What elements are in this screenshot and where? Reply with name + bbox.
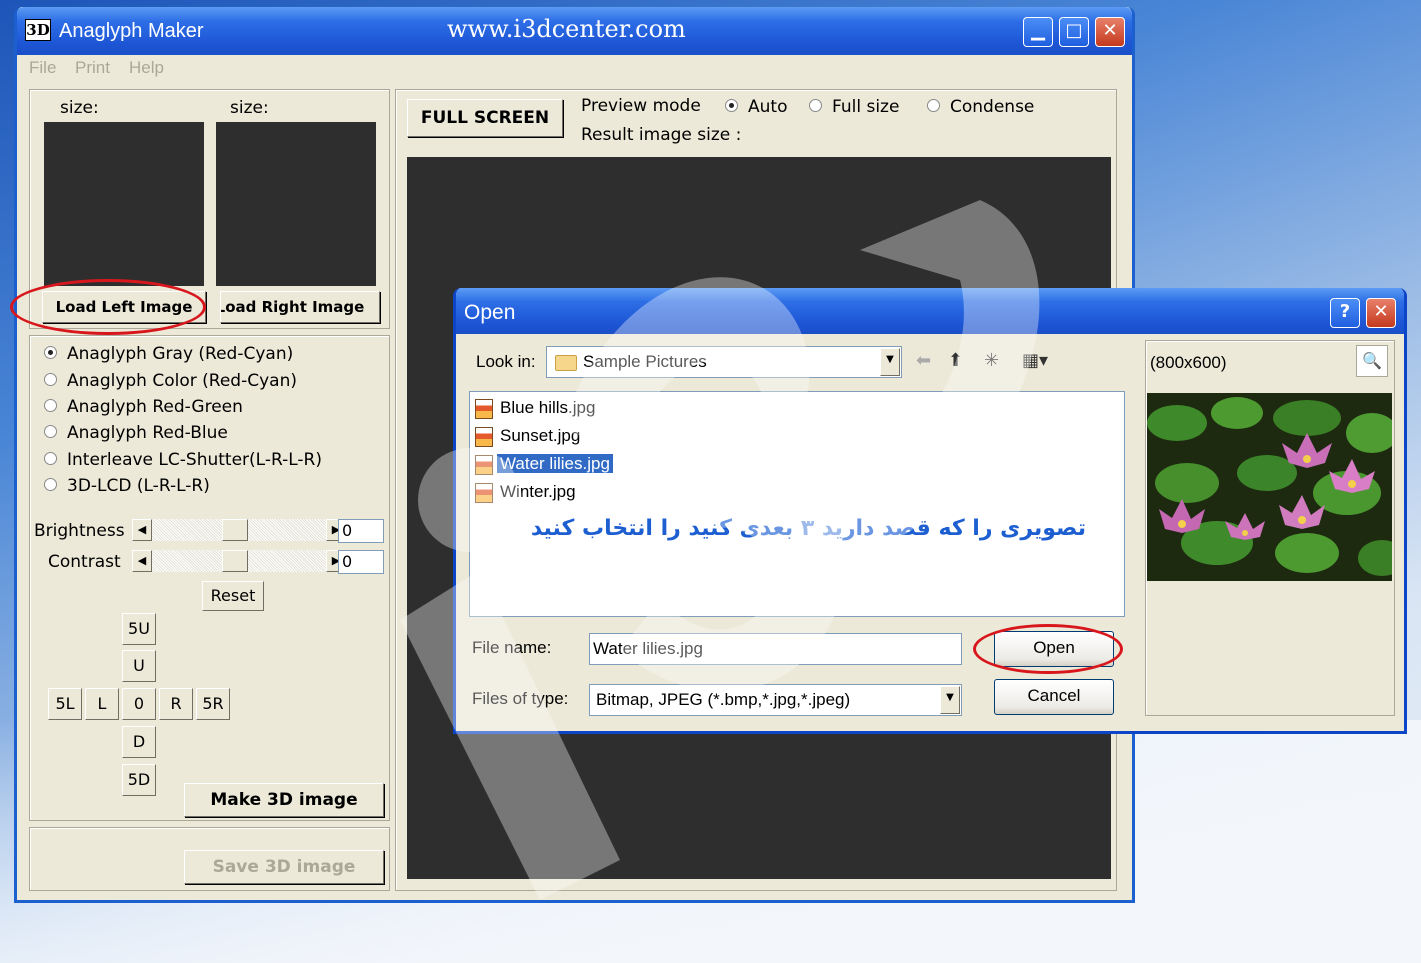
- maximize-button[interactable]: □: [1059, 17, 1089, 47]
- water-lilies-preview-image: [1147, 393, 1392, 581]
- nudge-left5-button[interactable]: 5L: [48, 688, 82, 720]
- mode-option[interactable]: Anaglyph Red-Blue: [44, 423, 228, 443]
- radio-icon: [44, 398, 57, 412]
- files-of-type-label: Files of type:: [472, 689, 569, 708]
- image-preview-pane: (800x600) 🔍: [1145, 340, 1395, 716]
- mode-option[interactable]: Anaglyph Gray (Red-Cyan): [44, 344, 293, 364]
- brightness-label: Brightness: [34, 521, 125, 541]
- file-list[interactable]: Blue hills.jpg Sunset.jpg Water lilies.j…: [469, 391, 1125, 617]
- window-title: Anaglyph Maker: [59, 20, 204, 42]
- list-item[interactable]: Winter.jpg: [475, 480, 579, 506]
- minimize-button[interactable]: ▁: [1023, 17, 1053, 47]
- contrast-value[interactable]: 0: [338, 550, 384, 574]
- nudge-up5-button[interactable]: 5U: [122, 613, 156, 645]
- brightness-slider[interactable]: ◀ ▶: [132, 519, 346, 541]
- back-icon[interactable]: ⬅: [916, 350, 931, 371]
- new-folder-icon[interactable]: ✳: [984, 350, 999, 371]
- preview-auto-option[interactable]: Auto: [725, 97, 787, 117]
- slider-thumb[interactable]: [222, 550, 248, 572]
- up-folder-icon[interactable]: ⬆: [948, 350, 963, 371]
- load-right-image-button[interactable]: Load Right Image: [220, 291, 380, 323]
- nudge-up-button[interactable]: U: [122, 650, 156, 682]
- files-of-type-dropdown[interactable]: Bitmap, JPEG (*.bmp,*.jpg,*.jpeg) ▼: [589, 684, 962, 716]
- left-image-thumbnail: [44, 122, 204, 286]
- nudge-right-button[interactable]: R: [159, 688, 193, 720]
- save-3d-image-button[interactable]: Save 3D image: [184, 850, 384, 884]
- dialog-title: Open: [464, 301, 516, 324]
- dialog-close-button[interactable]: ✕: [1366, 298, 1396, 328]
- folder-icon: [555, 354, 577, 371]
- list-item-selected[interactable]: Water lilies.jpg: [475, 452, 613, 478]
- mode-option[interactable]: Anaglyph Color (Red-Cyan): [44, 371, 297, 391]
- nudge-down-button[interactable]: D: [122, 726, 156, 758]
- preview-size-label: (800x600): [1150, 353, 1227, 372]
- settings-panel: Anaglyph Gray (Red-Cyan) Anaglyph Color …: [29, 335, 390, 821]
- image-file-icon: [475, 454, 493, 475]
- preview-toggle-icon[interactable]: 🔍: [1356, 345, 1388, 377]
- annotation-ring: [10, 279, 206, 335]
- nudge-down5-button[interactable]: 5D: [122, 764, 156, 796]
- image-file-icon: [475, 482, 493, 503]
- view-menu-icon[interactable]: ▦▾: [1022, 350, 1048, 371]
- preview-fullsize-option[interactable]: Full size: [809, 97, 899, 117]
- slider-thumb[interactable]: [222, 519, 248, 541]
- radio-icon: [44, 451, 57, 465]
- chevron-down-icon[interactable]: ▼: [880, 348, 900, 376]
- radio-icon: [44, 477, 57, 491]
- radio-icon: [809, 98, 822, 112]
- open-file-dialog: Open ? ✕ Look in: Sample Pictures ▼ ⬅ ⬆ …: [453, 288, 1407, 734]
- image-file-icon: [475, 426, 493, 447]
- list-item[interactable]: Sunset.jpg: [475, 424, 583, 450]
- radio-icon: [44, 345, 57, 359]
- list-item[interactable]: Blue hills.jpg: [475, 396, 598, 422]
- save-panel: Save 3D image: [29, 827, 390, 891]
- look-in-label: Look in:: [476, 352, 536, 371]
- right-image-thumbnail: [216, 122, 376, 286]
- file-name-label: File name:: [472, 638, 552, 657]
- mode-option[interactable]: 3D-LCD (L-R-L-R): [44, 476, 210, 496]
- look-in-dropdown[interactable]: Sample Pictures ▼: [546, 346, 902, 378]
- radio-icon: [44, 424, 57, 438]
- radio-icon: [725, 98, 738, 112]
- title-bar[interactable]: 3D Anaglyph Maker www.i3dcenter.com ▁ □ …: [17, 7, 1132, 55]
- instruction-text: تصویری را که قصد دارید ۳ بعدی کنید را ان…: [530, 516, 1086, 541]
- arrow-left-icon[interactable]: ◀: [132, 550, 152, 572]
- menu-bar: File Print Help: [17, 55, 1132, 83]
- image-file-icon: [475, 398, 493, 419]
- right-size-label: size:: [230, 98, 269, 118]
- menu-print[interactable]: Print: [75, 58, 110, 78]
- mode-option[interactable]: Interleave LC-Shutter(L-R-L-R): [44, 450, 322, 470]
- contrast-label: Contrast: [48, 552, 121, 572]
- make-3d-image-button[interactable]: Make 3D image: [184, 783, 384, 817]
- website-url: www.i3dcenter.com: [447, 15, 686, 43]
- help-icon[interactable]: ?: [1330, 298, 1360, 328]
- reset-button[interactable]: Reset: [202, 581, 264, 611]
- nudge-left-button[interactable]: L: [85, 688, 119, 720]
- preview-mode-label: Preview mode: [581, 96, 701, 116]
- radio-icon: [927, 98, 940, 112]
- nudge-right5-button[interactable]: 5R: [196, 688, 230, 720]
- close-button[interactable]: ✕: [1095, 17, 1125, 47]
- menu-file[interactable]: File: [29, 58, 56, 78]
- left-size-label: size:: [60, 98, 99, 118]
- nudge-center-button[interactable]: 0: [122, 688, 156, 720]
- app-logo-icon: 3D: [25, 19, 51, 41]
- annotation-ring: [973, 624, 1123, 674]
- menu-help[interactable]: Help: [129, 58, 164, 78]
- mode-option[interactable]: Anaglyph Red-Green: [44, 397, 243, 417]
- chevron-down-icon[interactable]: ▼: [940, 686, 960, 714]
- arrow-left-icon[interactable]: ◀: [132, 519, 152, 541]
- full-screen-button[interactable]: FULL SCREEN: [407, 99, 563, 137]
- dialog-title-bar[interactable]: Open ? ✕: [456, 288, 1404, 334]
- result-size-label: Result image size :: [581, 125, 742, 145]
- brightness-value[interactable]: 0: [338, 519, 384, 543]
- preview-condense-option[interactable]: Condense: [927, 97, 1034, 117]
- radio-icon: [44, 372, 57, 386]
- file-name-input[interactable]: Water lilies.jpg: [589, 633, 962, 665]
- cancel-button[interactable]: Cancel: [994, 679, 1114, 715]
- contrast-slider[interactable]: ◀ ▶: [132, 550, 346, 572]
